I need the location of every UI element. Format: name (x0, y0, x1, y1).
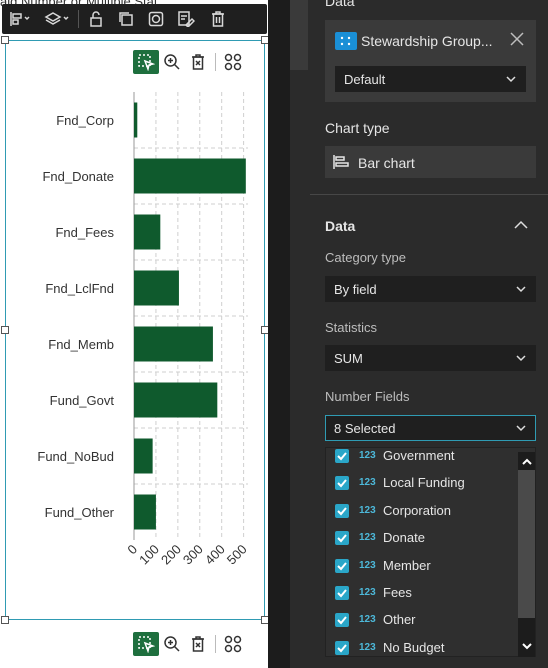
field-option-label: Fees (383, 585, 412, 600)
bar (134, 326, 213, 362)
field-option-label: Member (383, 557, 431, 573)
chevron-down-icon (521, 643, 532, 650)
number-fields-select[interactable]: 8 Selected (325, 415, 536, 441)
field-option-label: Government (383, 448, 455, 463)
scroll-down-button[interactable] (518, 638, 535, 654)
field-option-label: Donate (383, 530, 425, 546)
scroll-up-button[interactable] (518, 454, 535, 470)
category-label: Fnd_Donate (42, 169, 114, 184)
x-tick-label: 100 (136, 542, 162, 568)
checkbox-checked-icon[interactable] (335, 613, 349, 628)
view-select[interactable]: Default (335, 66, 526, 92)
bar (134, 102, 138, 138)
checkbox-checked-icon[interactable] (335, 558, 349, 573)
field-option[interactable]: 123 Corporation (326, 498, 519, 525)
number-type-badge: 123 (359, 532, 376, 544)
category-type-label: Category type (325, 250, 406, 265)
chart-type-value: Bar chart (358, 155, 415, 171)
field-option-label: Other (383, 612, 416, 628)
number-type-badge: 123 (359, 504, 376, 516)
field-option[interactable]: 123 Other (326, 607, 519, 634)
field-option-label: Corporation (383, 502, 451, 518)
number-fields-value: 8 Selected (334, 421, 396, 436)
number-type-badge: 123 (359, 450, 376, 461)
field-option[interactable]: 123 Member (326, 553, 519, 580)
checkbox-checked-icon[interactable] (335, 586, 349, 600)
category-label: Fnd_LclFnd (45, 281, 114, 296)
category-type-value: By field (334, 282, 377, 297)
checkbox-checked-icon[interactable] (335, 531, 349, 546)
chart-type-heading: Chart type (325, 120, 390, 136)
bar (134, 382, 218, 418)
category-label: Fnd_Fees (55, 225, 114, 240)
category-label: Fnd_Memb (48, 337, 114, 352)
panel-scrollbar[interactable] (290, 0, 308, 70)
category-label: Fund_Other (45, 505, 115, 520)
data-source-heading: Data (325, 0, 355, 9)
number-type-badge: 123 (359, 587, 376, 598)
checkbox-checked-icon[interactable] (335, 503, 349, 518)
field-option[interactable]: 123 No Budget (326, 635, 519, 656)
category-label: Fund_NoBud (37, 449, 114, 464)
field-option[interactable]: 123 Government (326, 448, 519, 470)
field-option-label: Local Funding (383, 475, 465, 491)
number-type-badge: 123 (359, 641, 376, 653)
bar-chart: Fnd_Corp Fnd_Donate Fnd_Fees Fnd_LclFnd Fnd_… (37, 92, 250, 568)
statistics-label: Statistics (325, 320, 378, 335)
bar (134, 158, 246, 194)
bar (134, 214, 161, 250)
bar (134, 438, 153, 474)
layer-name: Stewardship Group... (361, 33, 493, 49)
bar (134, 270, 179, 306)
panel-divider (268, 0, 290, 668)
chart-type-button[interactable] (325, 146, 536, 178)
chevron-down-icon (515, 281, 527, 302)
number-fields-dropdown: 123 Government 123 Local Funding 123 Corporat… (325, 447, 536, 657)
data-section-heading: Data (325, 218, 356, 234)
number-type-badge: 123 (359, 559, 376, 571)
view-select-value: Default (344, 72, 386, 87)
collapse-section-button[interactable] (513, 218, 529, 237)
chart-canvas: aid Number or Multiple Stat (0, 0, 269, 668)
chevron-up-icon (521, 458, 532, 465)
section-divider (310, 194, 548, 195)
chevron-up-icon (514, 220, 528, 229)
field-option[interactable]: 123 Fees (326, 580, 519, 607)
bar-chart-icon (333, 155, 349, 169)
checkbox-checked-icon[interactable] (335, 640, 349, 655)
number-type-badge: 123 (359, 614, 376, 626)
x-tick-label: 500 (224, 542, 250, 568)
category-label: Fnd_Corp (56, 113, 114, 128)
checkbox-checked-icon[interactable] (335, 449, 349, 463)
statistics-value: SUM (334, 351, 363, 366)
field-option[interactable]: 123 Local Funding (326, 470, 519, 497)
chevron-down-icon (505, 71, 517, 92)
close-icon (510, 32, 524, 46)
category-label: Fund_Govt (50, 393, 115, 408)
category-type-select[interactable]: By field (325, 276, 536, 302)
x-tick-label: 300 (180, 542, 206, 568)
statistics-select[interactable]: SUM (325, 345, 536, 371)
x-tick-label: 400 (202, 542, 228, 568)
dropdown-scroll-thumb[interactable] (518, 470, 535, 618)
remove-layer-button[interactable] (510, 30, 524, 51)
layer-type-icon (335, 32, 357, 50)
chevron-down-icon (515, 350, 527, 371)
bar (134, 494, 156, 530)
chevron-down-icon (515, 420, 527, 441)
number-type-badge: 123 (359, 477, 376, 489)
field-option[interactable]: 123 Donate (326, 525, 519, 552)
checkbox-checked-icon[interactable] (335, 476, 349, 491)
number-fields-label: Number Fields (325, 389, 410, 404)
field-option-label: No Budget (383, 639, 445, 655)
x-tick-label: 200 (158, 542, 184, 568)
